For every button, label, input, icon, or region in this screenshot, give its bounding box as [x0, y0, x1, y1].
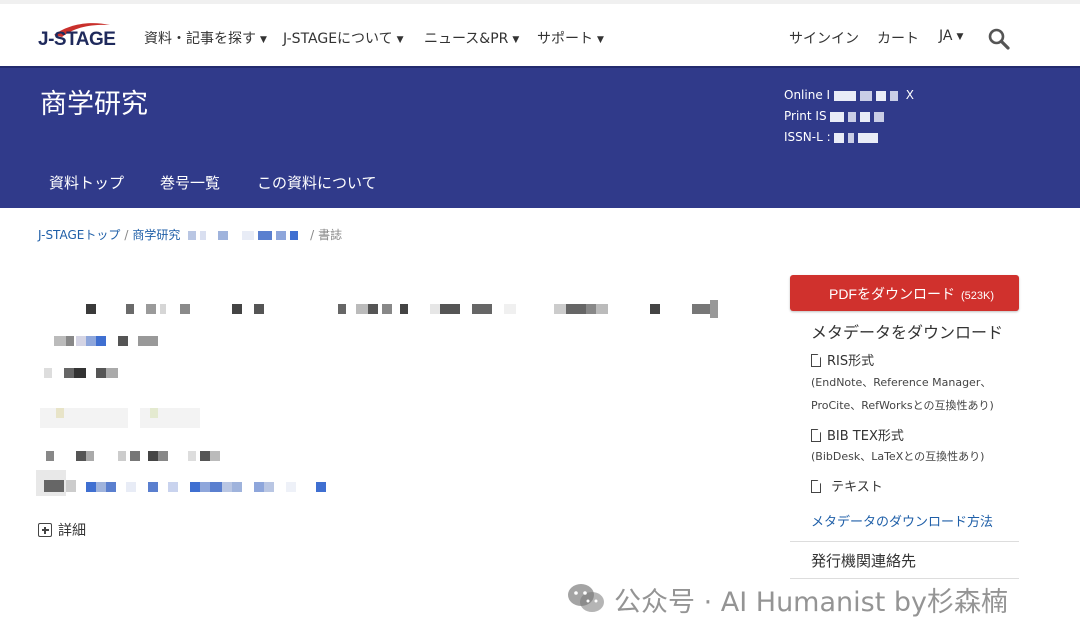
logo-text: J-STAGE: [38, 29, 116, 50]
search-icon[interactable]: [988, 28, 1010, 50]
details-toggle[interactable]: 詳細: [38, 520, 86, 540]
wechat-icon: [568, 584, 604, 612]
top-navigation: J-STAGE 資料・記事を探す ▼ J-STAGEについて ▼ ニュース&PR ▼ …: [0, 0, 1080, 66]
sidebar-divider: [790, 578, 1019, 579]
document-icon: [811, 354, 821, 367]
breadcrumb-jstage-top[interactable]: J-STAGEトップ: [38, 228, 120, 242]
journal-title[interactable]: 商学研究: [40, 82, 148, 121]
issn-l: ISSN-L :: [784, 130, 882, 144]
document-icon: [811, 429, 821, 442]
nav-news-pr[interactable]: ニュース&PR ▼: [424, 28, 519, 48]
metadata-download-method-link[interactable]: メタデータのダウンロード方法: [811, 511, 993, 530]
chevron-down-icon: ▼: [512, 35, 520, 45]
redacted-block: [875, 90, 886, 101]
issn-online: Online I X: [784, 88, 914, 102]
subnav-journal-top[interactable]: 資料トップ: [49, 172, 124, 193]
issn-print: Print IS: [784, 109, 888, 123]
cart-link[interactable]: カート: [877, 28, 919, 48]
ris-compatibility-note: (EndNote、Reference Manager、: [811, 376, 992, 389]
text-download-link[interactable]: テキスト: [811, 476, 883, 495]
redacted-block: [874, 111, 885, 122]
watermark-text: 公众号 · AI Humanist by杉森楠: [614, 587, 1008, 618]
metadata-download-heading: メタデータをダウンロード: [811, 323, 1004, 342]
redacted-block: [218, 231, 229, 240]
pdf-download-button[interactable]: PDFをダウンロード (523K): [790, 275, 1019, 311]
redacted-block: [830, 111, 845, 122]
chevron-down-icon: ▼: [396, 35, 404, 45]
breadcrumb-journal[interactable]: 商学研究: [132, 228, 180, 242]
breadcrumb-current: 書誌: [318, 228, 343, 242]
redacted-block: [889, 90, 898, 101]
nav-support[interactable]: サポート ▼: [537, 28, 604, 48]
sidebar-divider: [790, 541, 1019, 542]
redacted-block: [858, 132, 879, 143]
ris-compatibility-note: ProCite、RefWorksとの互換性あり): [811, 399, 994, 412]
plus-square-icon: [38, 523, 52, 537]
signin-link[interactable]: サインイン: [789, 28, 859, 48]
chevron-down-icon: ▼: [260, 35, 267, 45]
redacted-block: [290, 231, 299, 240]
bibtex-compatibility-note: (BibDesk、LaTeXとの互換性あり): [811, 450, 985, 463]
redacted-block: [848, 111, 857, 122]
bibtex-download-link[interactable]: BIB TEX形式: [811, 425, 904, 444]
publisher-contact-heading[interactable]: 発行機関連絡先: [811, 550, 916, 571]
redacted-block: [276, 231, 287, 240]
subnav-about-journal[interactable]: この資料について: [257, 172, 377, 193]
redacted-block: [834, 132, 845, 143]
redacted-block: [860, 111, 871, 122]
redacted-block: [242, 231, 255, 240]
redacted-block: [258, 231, 273, 240]
subnav-volume-list[interactable]: 巻号一覧: [160, 172, 220, 193]
breadcrumb: J-STAGEトップ / 商学研究 / 書誌: [38, 228, 343, 242]
ris-download-link[interactable]: RIS形式: [811, 350, 874, 369]
redacted-block: [848, 132, 855, 143]
redacted-block: [833, 90, 856, 101]
redacted-block: [200, 231, 207, 240]
journal-banner: 商学研究 Online I X Print IS ISSN-L : 資料トップ …: [0, 66, 1080, 208]
redacted-block: [188, 231, 197, 240]
nav-about-jstage[interactable]: J-STAGEについて ▼: [283, 28, 404, 48]
redacted-block: [859, 90, 872, 101]
document-icon: [811, 480, 821, 493]
jstage-logo[interactable]: J-STAGE: [38, 23, 118, 55]
nav-search-articles[interactable]: 資料・記事を探す ▼: [144, 28, 267, 48]
language-selector[interactable]: JA ▼: [939, 28, 963, 44]
chevron-down-icon: ▼: [956, 32, 964, 42]
chevron-down-icon: ▼: [597, 35, 604, 45]
